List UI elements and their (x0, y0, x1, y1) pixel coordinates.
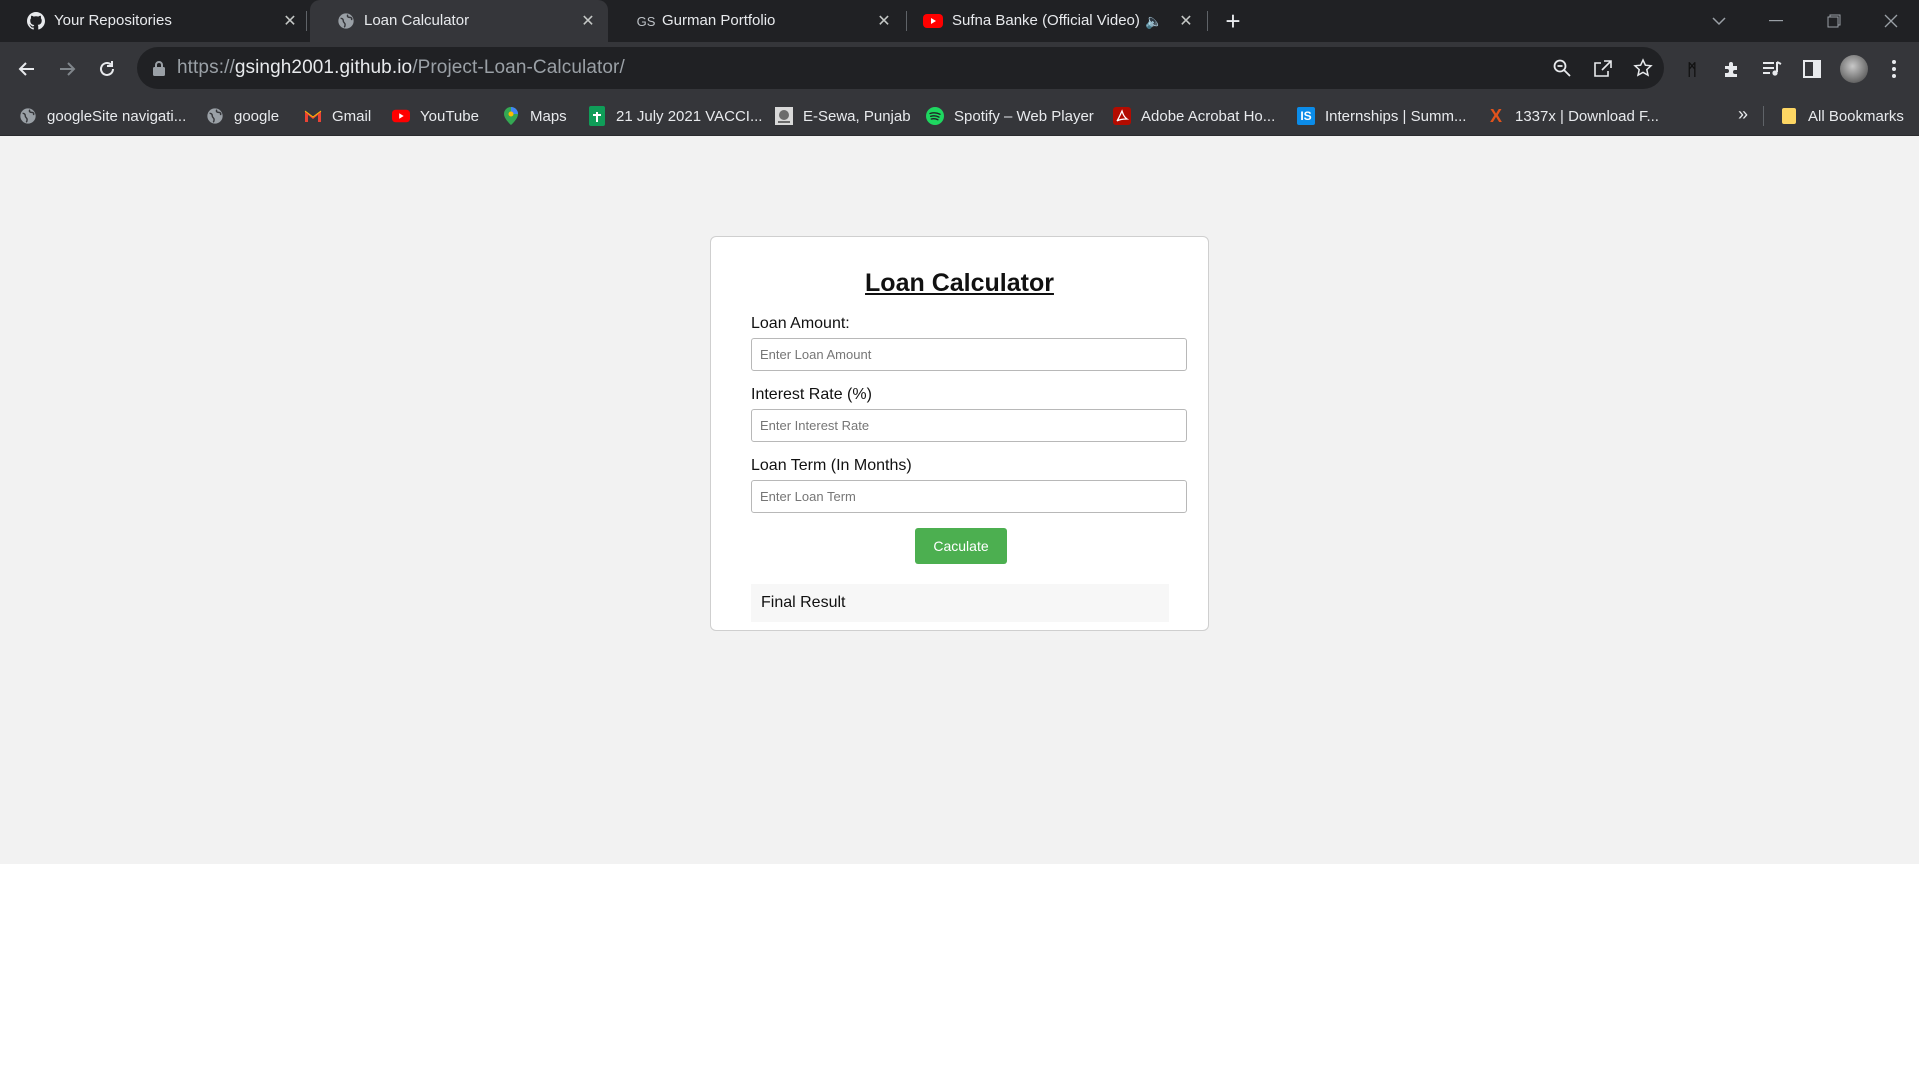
media-control-icon[interactable] (1758, 55, 1786, 83)
bookmark-label: Adobe Acrobat Ho... (1141, 107, 1276, 125)
restore-icon[interactable] (1820, 8, 1848, 34)
interest-rate-label: Interest Rate (%) (751, 386, 872, 403)
zoom-magnifier-icon[interactable] (1550, 56, 1574, 80)
bookmark-google[interactable]: google (206, 105, 279, 127)
extensions-puzzle-icon[interactable] (1718, 55, 1746, 83)
tab-divider (906, 11, 907, 31)
bookmark-label: Maps (530, 107, 567, 125)
bookmark-label: 21 July 2021 VACCI... (616, 107, 763, 125)
url-text[interactable]: https://gsingh2001.github.io/Project-Loa… (177, 57, 625, 79)
page-title: Loan Calculator (865, 269, 1054, 297)
tab-loan-calculator[interactable]: Loan Calculator ✕ (310, 0, 608, 42)
globe-icon (337, 12, 355, 30)
audio-playing-icon[interactable]: 🔈 (1144, 11, 1164, 31)
bookmark-1337x[interactable]: X 1337x | Download F... (1487, 105, 1659, 127)
url-host: gsingh2001.github.io (234, 57, 413, 78)
blank-area (0, 864, 1919, 1080)
minimize-icon[interactable] (1762, 8, 1790, 34)
bookmark-vaccine-sheet[interactable]: 21 July 2021 VACCI... (588, 105, 762, 127)
bookmark-maps[interactable]: Maps (502, 105, 567, 127)
bookmark-label: Internships | Summ... (1325, 107, 1467, 125)
tab-title: Your Repositories (54, 12, 172, 29)
tab-title: Gurman Portfolio (662, 12, 776, 29)
bookmark-star-icon[interactable] (1631, 56, 1655, 80)
bookmark-esewa[interactable]: E-Sewa, Punjab (775, 105, 911, 127)
url-path: /Project-Loan-Calculator/ (412, 57, 625, 78)
youtube-icon (392, 107, 410, 125)
youtube-icon (922, 12, 944, 30)
tab-strip: Your Repositories ✕ Loan Calculator ✕ GS… (0, 0, 1919, 42)
address-bar[interactable]: https://gsingh2001.github.io/Project-Loa… (137, 47, 1664, 89)
more-bookmarks-chevron[interactable]: » (1738, 104, 1748, 125)
bookmark-label: 1337x | Download F... (1515, 107, 1659, 125)
tab-search-chevron-icon[interactable] (1705, 8, 1733, 34)
close-tab-icon[interactable]: ✕ (578, 11, 598, 31)
bookmarks-bar: googleSite navigati... google Gmail YouT… (0, 96, 1919, 136)
bookmark-label: E-Sewa, Punjab (803, 107, 911, 125)
sheets-icon (588, 106, 606, 126)
forward-arrow-icon[interactable] (52, 54, 82, 84)
extension-icon[interactable]: ᛗ (1678, 55, 1706, 83)
gmail-icon (304, 107, 322, 125)
all-bookmarks-button[interactable]: All Bookmarks (1780, 105, 1904, 127)
internshala-icon: IS (1297, 107, 1315, 125)
tab-divider (306, 11, 307, 31)
globe-icon (19, 107, 37, 125)
loan-term-label: Loan Term (In Months) (751, 457, 912, 474)
bookmark-label: googleSite navigati... (47, 107, 187, 125)
side-panel-icon[interactable] (1798, 55, 1826, 83)
new-tab-plus-icon[interactable]: + (1220, 8, 1246, 35)
bookmark-label: Gmail (332, 107, 372, 125)
esewa-icon (775, 107, 793, 125)
close-tab-icon[interactable]: ✕ (280, 11, 300, 31)
bookmarks-divider (1763, 106, 1764, 126)
close-tab-icon[interactable]: ✕ (874, 11, 894, 31)
loan-calculator-card: Loan Calculator Loan Amount: Interest Ra… (710, 236, 1209, 631)
reload-icon[interactable] (92, 54, 122, 84)
profile-avatar[interactable] (1840, 55, 1868, 83)
acrobat-icon (1113, 107, 1131, 125)
close-window-icon[interactable] (1877, 8, 1905, 34)
tab-your-repositories[interactable]: Your Repositories ✕ (0, 0, 300, 42)
bookmark-spotify[interactable]: Spotify – Web Player (926, 105, 1094, 127)
folder-icon (1780, 107, 1798, 125)
bookmark-internships[interactable]: IS Internships | Summ... (1297, 105, 1466, 127)
calculate-button[interactable]: Caculate (915, 528, 1007, 564)
bookmark-gmail[interactable]: Gmail (304, 105, 371, 127)
close-tab-icon[interactable]: ✕ (1176, 11, 1196, 31)
bookmark-label: YouTube (420, 107, 479, 125)
final-result-box: Final Result (751, 584, 1169, 622)
bookmark-label: Spotify – Web Player (954, 107, 1094, 125)
loan-term-input[interactable] (751, 480, 1187, 513)
loan-amount-label: Loan Amount: (751, 315, 850, 332)
tab-divider (1207, 11, 1208, 31)
browser-toolbar: https://gsingh2001.github.io/Project-Loa… (0, 42, 1919, 96)
all-bookmarks-label: All Bookmarks (1808, 107, 1904, 125)
bookmark-adobe-acrobat[interactable]: Adobe Acrobat Ho... (1113, 105, 1275, 127)
share-icon[interactable] (1591, 56, 1615, 80)
spotify-icon (926, 107, 944, 125)
url-scheme: https:// (177, 57, 235, 78)
page-viewport: Loan Calculator Loan Amount: Interest Ra… (0, 136, 1919, 864)
bookmark-googlesite[interactable]: googleSite navigati... (19, 105, 186, 127)
loan-amount-input[interactable] (751, 338, 1187, 371)
back-arrow-icon[interactable] (12, 54, 42, 84)
final-result-text: Final Result (761, 594, 846, 611)
gs-icon: GS (636, 13, 656, 29)
globe-icon (206, 107, 224, 125)
interest-rate-input[interactable] (751, 409, 1187, 442)
1337x-icon: X (1489, 105, 1502, 126)
tab-sufna-banke[interactable]: Sufna Banke (Official Video) 🔈 ✕ (908, 0, 1206, 42)
tab-gurman-portfolio[interactable]: GS Gurman Portfolio ✕ (608, 0, 906, 42)
bookmark-youtube[interactable]: YouTube (392, 105, 479, 127)
github-icon (27, 12, 45, 30)
tab-title: Sufna Banke (Official Video) (952, 12, 1140, 29)
tab-title: Loan Calculator (364, 12, 470, 29)
lock-icon[interactable] (152, 60, 168, 76)
bookmark-label: google (234, 107, 280, 125)
more-menu-icon[interactable] (1880, 55, 1908, 83)
maps-icon (502, 107, 520, 125)
